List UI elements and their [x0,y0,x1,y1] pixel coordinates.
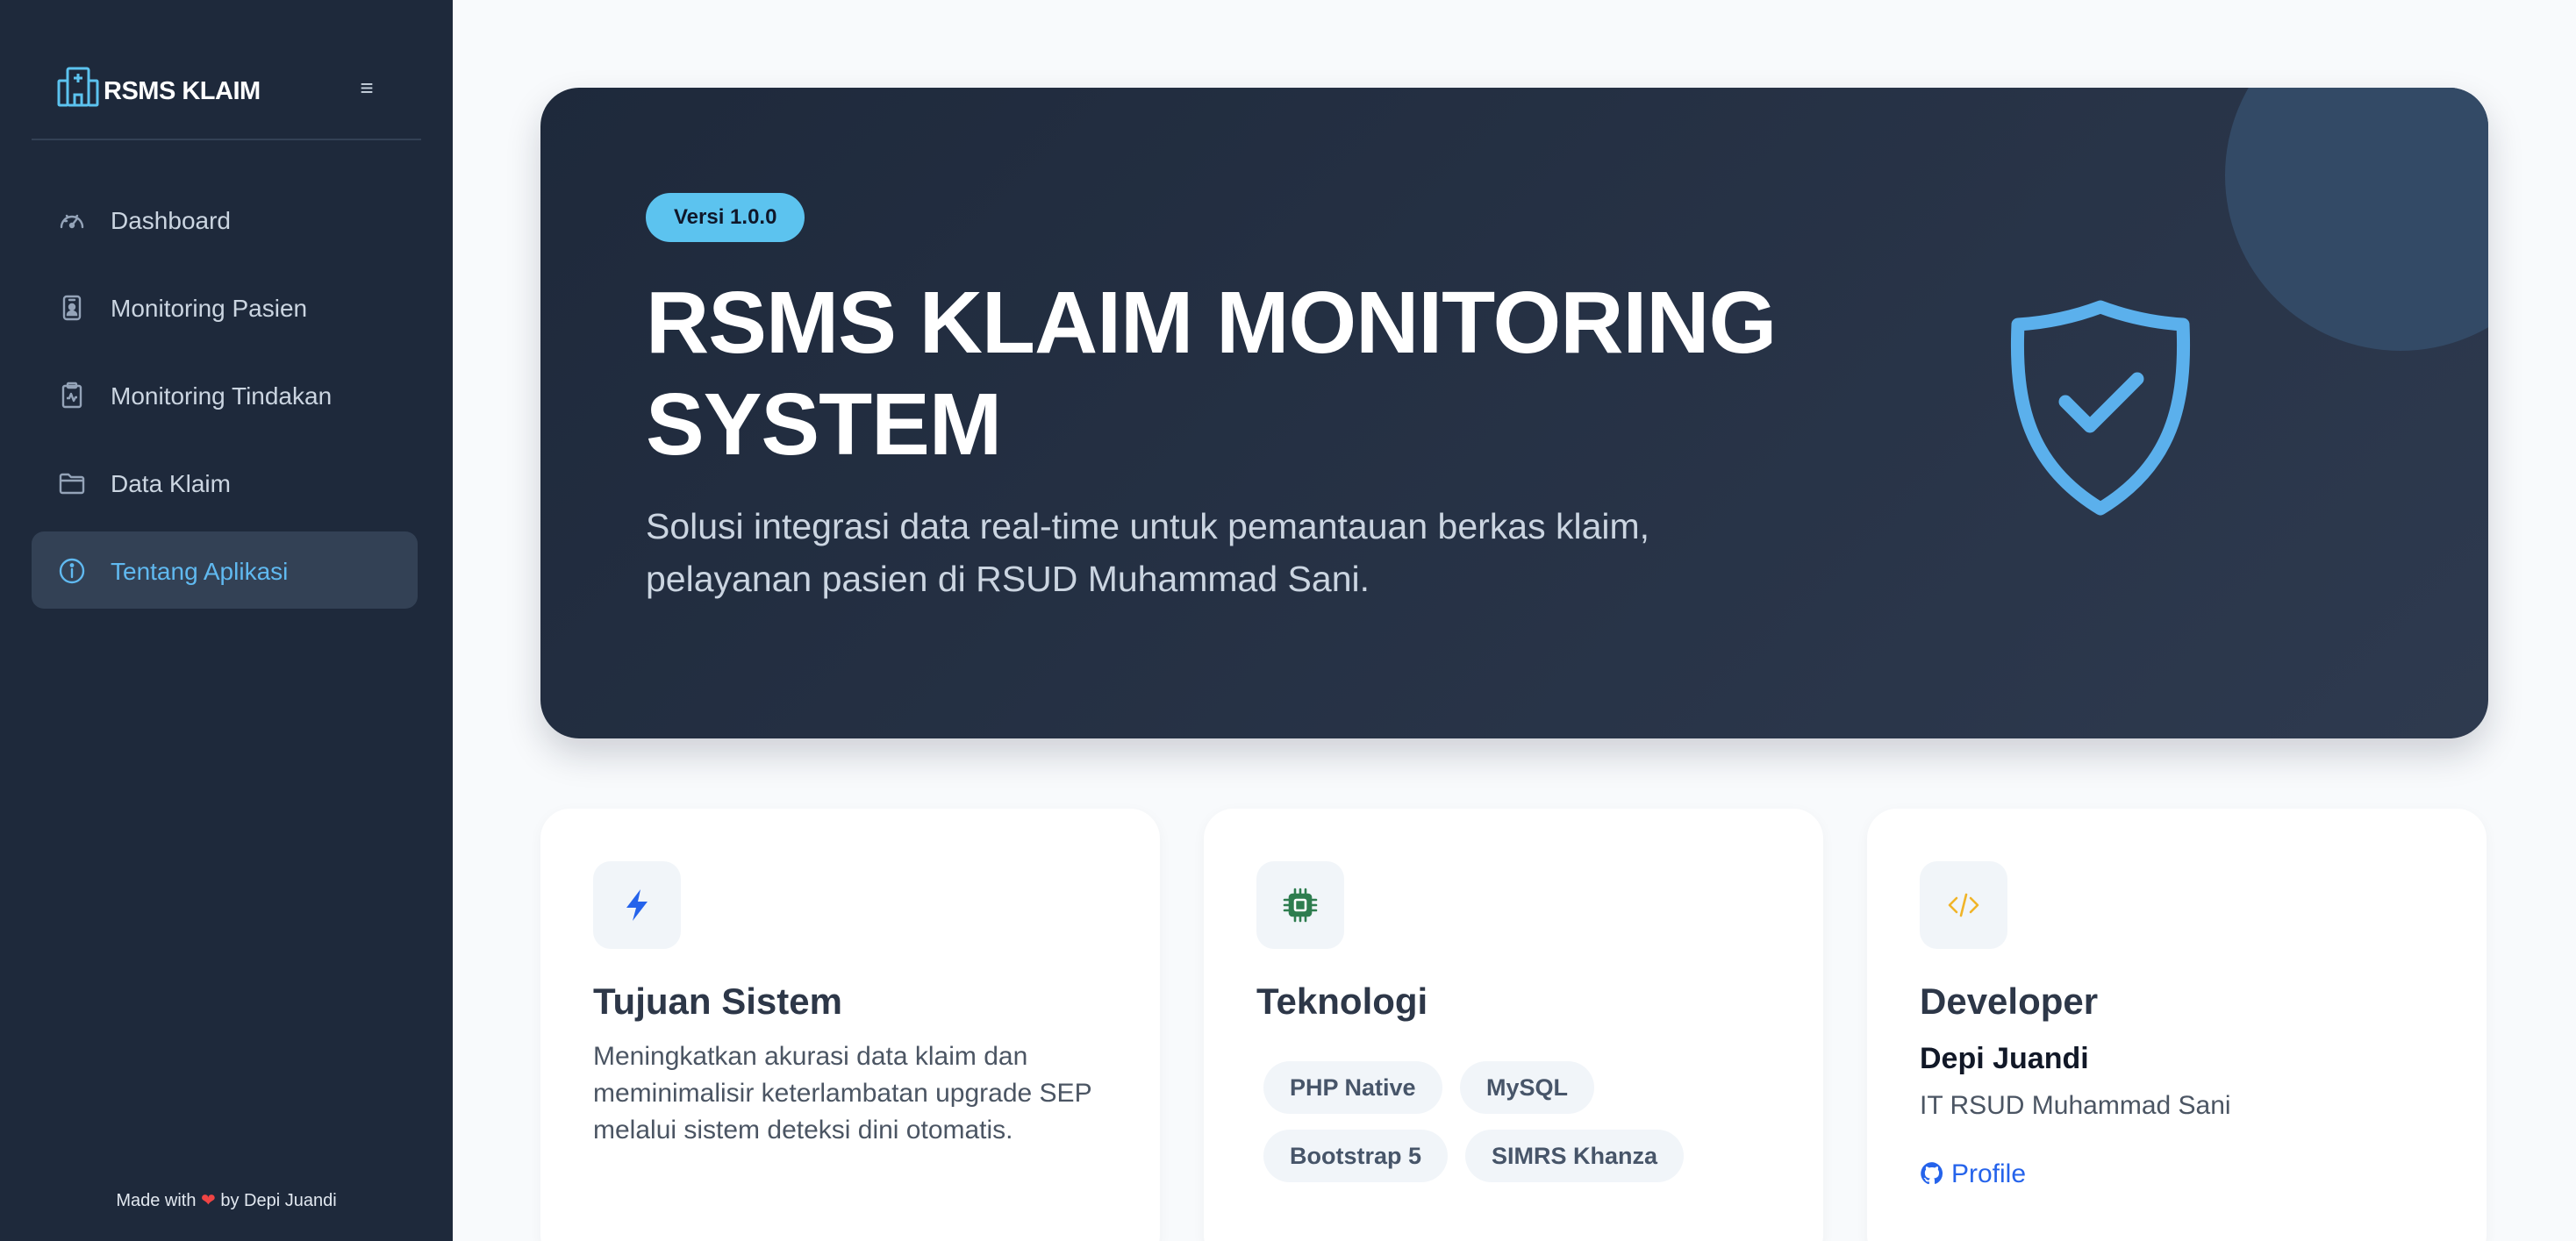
developer-name: Depi Juandi [1920,1042,2089,1075]
card-title: Tujuan Sistem [593,981,842,1022]
page-subtitle: Solusi integrasi data real-time untuk pe… [646,506,1650,599]
card-icon-box [1920,861,2007,949]
brand-name: RSMS KLAIM [104,77,261,105]
sidebar-item-monitoring-tindakan[interactable]: Monitoring Tindakan [32,356,418,433]
sidebar-item-tentang-aplikasi[interactable]: Tentang Aplikasi [32,531,418,609]
footer-credit: Made with ❤ by Depi Juandi [116,1191,337,1210]
tech-chip: SIMRS Khanza [1465,1130,1685,1182]
page-title: RSMS KLAIM MONITORING SYSTEM [646,274,1777,474]
info-circle-icon [59,558,85,584]
card-developer: Developer Depi Juandi IT RSUD Muhammad S… [1867,809,2487,1241]
card-tujuan-sistem: Tujuan Sistem Meningkatkan akurasi data … [540,809,1160,1241]
profile-link[interactable]: Profile [1920,1159,2026,1189]
sidebar-item-data-klaim[interactable]: Data Klaim [32,444,418,521]
sidebar-item-label: Monitoring Tindakan [111,382,333,410]
hero-banner: Versi 1.0.0 RSMS KLAIM MONITORING SYSTEM… [540,88,2488,738]
sidebar-item-label: Monitoring Pasien [111,295,308,322]
sidebar-item-label: Dashboard [111,207,231,234]
sidebar-nav: Dashboard Monitoring Pasien Monitoring T… [32,181,418,619]
version-badge: Versi 1.0.0 [646,193,805,242]
tech-chip: PHP Native [1263,1061,1442,1114]
hamburger-icon[interactable]: ≡ [349,70,384,105]
lightning-icon [626,889,648,921]
sidebar: RSMS KLAIM ≡ Dashboard Monitoring Pasien [0,0,453,1241]
card-icon-box [1256,861,1344,949]
brand: RSMS KLAIM ≡ [32,53,421,140]
tech-chip: MySQL [1460,1061,1595,1114]
card-title: Teknologi [1256,981,1428,1022]
shield-check-icon [2010,300,2191,516]
card-icon-box [593,861,681,949]
developer-org: IT RSUD Muhammad Sani [1920,1091,2231,1120]
profile-link-label: Profile [1951,1159,2027,1188]
speedometer-icon [60,214,84,229]
cpu-icon [1283,888,1318,923]
sidebar-item-label: Tentang Aplikasi [111,558,289,585]
sidebar-item-dashboard[interactable]: Dashboard [32,181,418,258]
decorative-circle [2225,88,2488,351]
folder-icon [59,473,85,495]
clipboard-pulse-icon [61,382,82,409]
github-icon [1921,1162,1943,1185]
heart-icon: ❤ [201,1191,216,1210]
card-text: Meningkatkan akurasi data klaim dan memi… [593,1042,1092,1145]
card-teknologi: Teknologi PHP Native MySQL Bootstrap 5 S… [1204,809,1823,1241]
person-badge-icon [62,295,82,321]
card-title: Developer [1920,981,2099,1022]
code-slash-icon [1948,893,1979,917]
sidebar-item-monitoring-pasien[interactable]: Monitoring Pasien [32,268,418,346]
sidebar-item-label: Data Klaim [111,470,231,497]
hospital-icon [57,67,99,107]
tech-chip: Bootstrap 5 [1263,1130,1449,1182]
